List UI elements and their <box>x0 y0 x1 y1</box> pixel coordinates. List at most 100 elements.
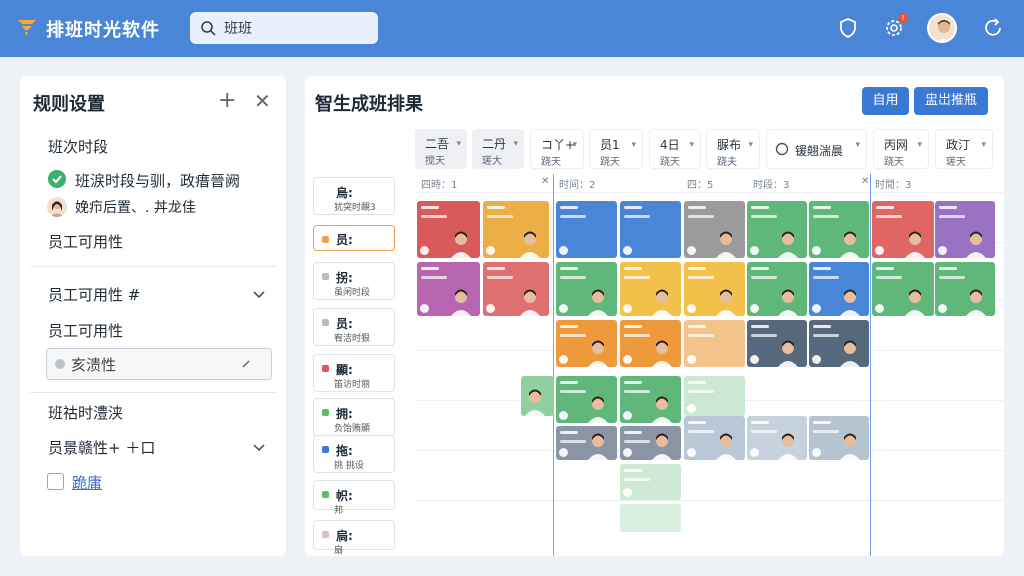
shift-card[interactable] <box>620 376 681 423</box>
close-column-icon[interactable]: ✕ <box>861 176 869 187</box>
shift-card[interactable] <box>483 201 549 258</box>
card-text-placeholder <box>624 276 650 279</box>
toolbar-sublabel: 瑳天 <box>946 157 966 168</box>
shift-card[interactable] <box>684 201 745 258</box>
refresh-icon[interactable] <box>981 16 1005 40</box>
shift-card[interactable] <box>872 262 934 316</box>
option-checkbox[interactable] <box>47 473 64 490</box>
shift-card[interactable] <box>684 376 745 416</box>
option-link[interactable]: 跪庸 <box>72 472 102 493</box>
staff-photo-icon <box>778 340 798 367</box>
notification-badge: ! <box>898 13 908 23</box>
shift-card[interactable] <box>556 426 617 460</box>
export-button[interactable]: 盅岀推瓶 <box>914 87 988 115</box>
toolbar-day-4[interactable]: 4日 跷天 ▾ <box>649 129 701 169</box>
app-logo-icon <box>18 20 36 36</box>
close-icon[interactable]: ✕ <box>254 89 271 113</box>
chevron-down-icon[interactable] <box>252 440 266 454</box>
shift-card[interactable] <box>935 201 995 258</box>
shift-card[interactable] <box>684 320 745 367</box>
shift-card[interactable] <box>809 201 869 258</box>
card-text-placeholder <box>560 276 586 279</box>
shift-card[interactable] <box>620 262 681 316</box>
roster-item[interactable]: 拐: 虽闲时段 <box>313 262 395 300</box>
staff-photo-icon <box>840 433 860 460</box>
close-column-icon[interactable]: ✕ <box>541 176 549 187</box>
toolbar-label: コ丫+ <box>541 138 576 152</box>
shift-card[interactable] <box>620 464 681 500</box>
roster-item[interactable]: 员: 宥洁时狠 <box>313 308 395 346</box>
roster-item[interactable]: 顯: 笛访时丽 <box>313 354 395 392</box>
shift-card[interactable] <box>747 320 807 367</box>
shift-card[interactable] <box>747 262 807 316</box>
staff-photo-icon <box>652 396 672 423</box>
toolbar-sublabel: 瑳大 <box>482 156 502 167</box>
add-icon[interactable]: + <box>218 88 236 113</box>
shift-card[interactable] <box>556 320 617 367</box>
toolbar-day-1[interactable]: 二丹 瑳大 ▾ <box>472 129 524 169</box>
user-avatar[interactable] <box>927 13 957 43</box>
staff-photo-icon <box>588 433 608 460</box>
availability-field[interactable] <box>46 348 272 380</box>
search-box[interactable] <box>190 12 378 44</box>
card-text-placeholder <box>560 215 586 218</box>
toolbar-sublabel: 跷天 <box>660 157 680 168</box>
roster-item[interactable]: 员: <box>313 225 395 251</box>
shield-icon[interactable] <box>836 16 860 40</box>
apply-button[interactable]: 自用 <box>862 87 909 115</box>
mini-avatar-icon <box>559 355 568 364</box>
shift-card[interactable] <box>935 262 995 316</box>
chevron-down-icon[interactable] <box>252 287 266 301</box>
roster-item[interactable]: 拖: 挑 挑设 <box>313 435 395 473</box>
hand-icon <box>55 359 65 369</box>
shift-card[interactable] <box>620 201 681 258</box>
mini-avatar-icon <box>559 411 568 420</box>
shift-card[interactable] <box>556 201 617 258</box>
roster-item[interactable]: 帜: 邦 <box>313 480 395 516</box>
toolbar-day-2[interactable]: コ丫+ 跷天 ▾ <box>530 129 584 169</box>
shift-card[interactable] <box>483 262 549 316</box>
roster-item[interactable]: 拥: 负饴贿顯 <box>313 398 395 436</box>
shift-card[interactable] <box>684 262 745 316</box>
mini-avatar-icon <box>623 304 632 313</box>
shift-card[interactable] <box>809 416 869 460</box>
toolbar-day-3[interactable]: 员1 跷天 ▾ <box>589 129 643 169</box>
shift-card[interactable] <box>556 262 617 316</box>
shift-card[interactable] <box>684 416 745 460</box>
shift-card[interactable] <box>620 504 681 532</box>
dropdown-arrow-icon: ▾ <box>748 140 753 150</box>
card-text-placeholder <box>876 276 902 279</box>
card-text-placeholder <box>421 206 439 209</box>
status-dot <box>322 365 329 372</box>
column-header: 时段：3 <box>753 180 790 191</box>
card-text-placeholder <box>487 215 513 218</box>
shift-card[interactable] <box>809 320 869 367</box>
search-input[interactable] <box>224 20 364 36</box>
shift-card[interactable] <box>417 201 480 258</box>
shift-card[interactable] <box>417 262 480 316</box>
shift-card[interactable] <box>556 376 617 423</box>
shift-card[interactable] <box>872 201 934 258</box>
shift-card[interactable] <box>620 426 681 460</box>
shift-card[interactable] <box>747 416 807 460</box>
edit-icon[interactable] <box>241 359 251 369</box>
toolbar-day-0[interactable]: 二吾 搅天 ▾ <box>415 129 467 169</box>
member-more-label[interactable]: 员景赣性+ ＋口 <box>48 437 155 458</box>
shift-card[interactable] <box>620 320 681 367</box>
roster-item[interactable]: 烏: 犹突时靦3 <box>313 177 395 215</box>
toolbar-day-7[interactable]: 丙网 跷天 ▾ <box>873 129 929 169</box>
toolbar-day-8[interactable]: 政汀 瑳天 ▾ <box>935 129 993 169</box>
shift-card[interactable] <box>809 262 869 316</box>
availability-input[interactable] <box>71 355 241 373</box>
toolbar-day-6[interactable]: 锾翹湍晨 ▾ <box>766 129 867 169</box>
shift-card[interactable] <box>521 376 554 416</box>
card-text-placeholder <box>876 267 894 270</box>
roster-item[interactable]: 扃: 扇 <box>313 520 395 556</box>
availability-hash-label[interactable]: 员工可用性 # <box>48 284 140 305</box>
shift-card[interactable] <box>747 201 807 258</box>
toolbar-label: 脲布 <box>717 138 742 152</box>
staff-photo-icon <box>778 289 798 316</box>
roster-detail: 宥洁时狠 <box>334 334 371 344</box>
toolbar-day-5[interactable]: 脲布 跷夫 ▾ <box>706 129 760 169</box>
toolbar-label: 政汀 <box>946 138 971 152</box>
